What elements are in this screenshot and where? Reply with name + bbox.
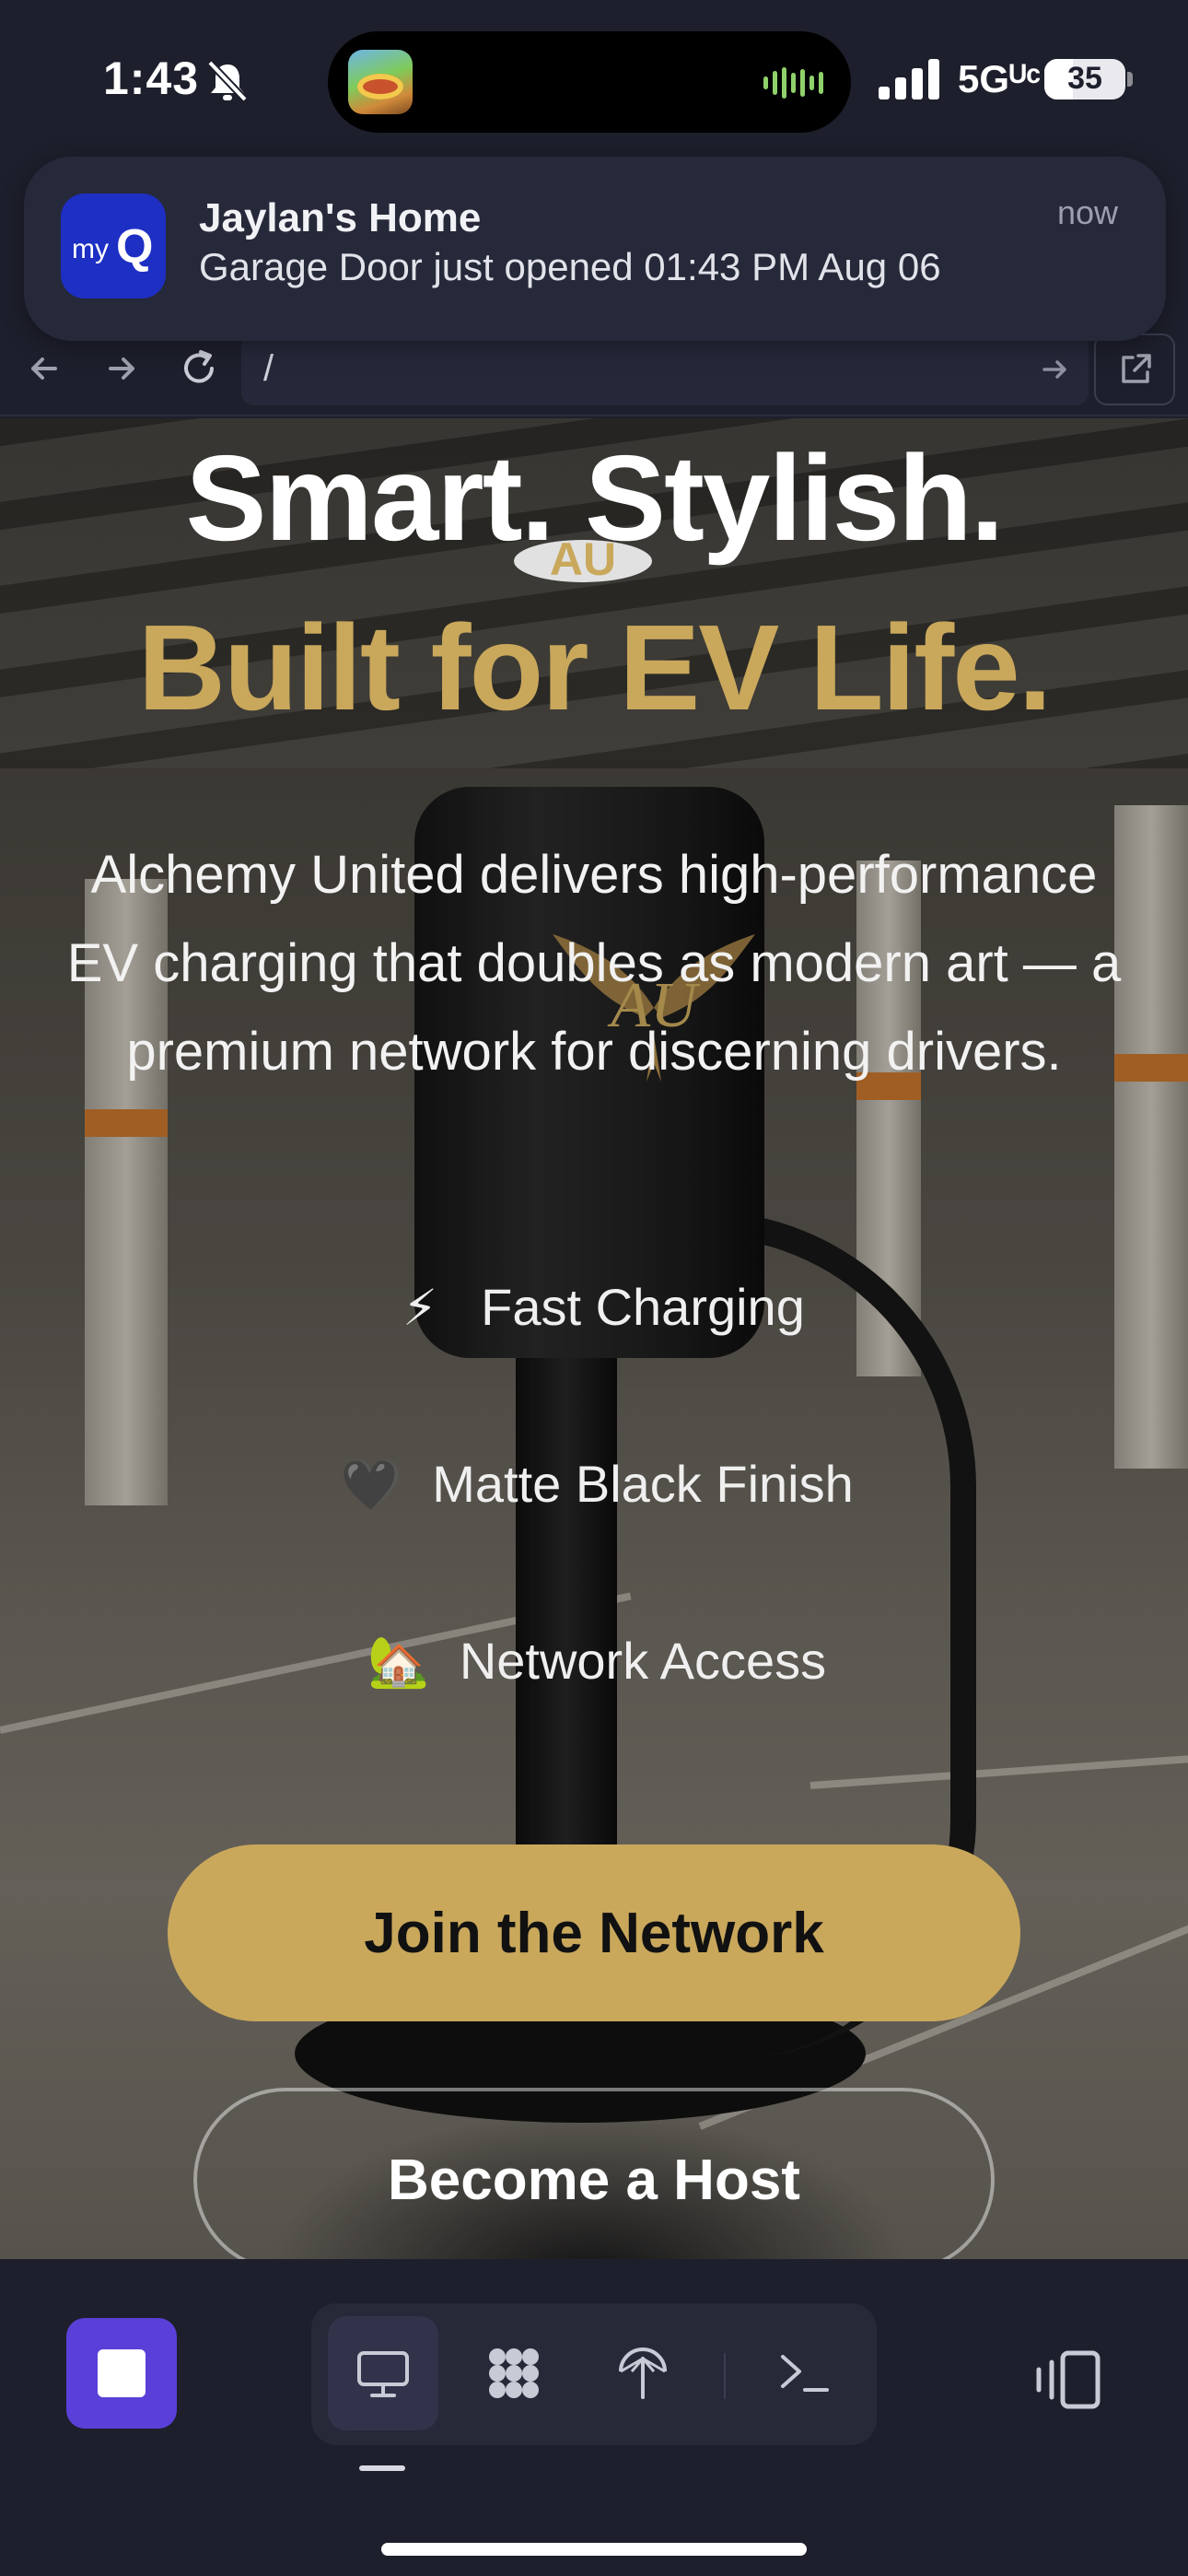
- myq-app-icon: my Q: [61, 193, 166, 299]
- active-tab-indicator: [359, 2465, 405, 2471]
- join-network-button[interactable]: Join the Network: [168, 1844, 1020, 2021]
- network-icon: [619, 2348, 667, 2399]
- tool-switcher: [311, 2303, 877, 2445]
- forward-arrow-icon[interactable]: [96, 343, 147, 394]
- desktop-icon: [357, 2351, 409, 2397]
- device-switch-icon[interactable]: [1030, 2348, 1103, 2412]
- feature-network-access: 🏡 Network Access: [0, 1631, 1188, 1692]
- notification-time: now: [1056, 193, 1118, 231]
- house-icon: 🏡: [367, 1634, 430, 1690]
- external-link-icon: [1122, 354, 1151, 383]
- become-host-button[interactable]: Become a Host: [193, 2088, 995, 2259]
- battery-percent: 35: [1067, 61, 1102, 96]
- bell-muted-icon: [207, 60, 248, 102]
- home-indicator[interactable]: [381, 2543, 807, 2556]
- status-time: 1:43: [103, 53, 200, 104]
- url-input[interactable]: /: [241, 334, 1089, 405]
- black-heart-icon: 🖤: [340, 1458, 402, 1513]
- hero-description: Alchemy United delivers high-performance…: [66, 845, 1122, 1082]
- dynamic-island[interactable]: [328, 31, 851, 133]
- bottom-toolbar: [0, 2261, 1188, 2576]
- notification-body: Garage Door just opened 01:43 PM Aug 06: [199, 245, 941, 288]
- hero-section: AU Smart. Stylish. AU Built for EV Life.…: [0, 418, 1188, 2259]
- audio-wave-icon: [763, 66, 823, 100]
- notification-title: Jaylan's Home: [199, 195, 482, 240]
- battery-cap: [1127, 72, 1133, 87]
- desktop-tab[interactable]: [328, 2316, 438, 2430]
- url-text: /: [263, 348, 274, 389]
- status-bar: 1:43 5Gᵁᶜ 35: [0, 0, 1188, 157]
- network-type: 5Gᵁᶜ: [958, 57, 1042, 100]
- battery-icon: 35: [1044, 59, 1125, 100]
- live-activity-app-icon: [348, 50, 413, 114]
- lightning-icon: ⚡: [402, 1281, 438, 1336]
- feature-label: Fast Charging: [481, 1278, 805, 1336]
- push-notification[interactable]: my Q Jaylan's Home Garage Door just open…: [24, 157, 1166, 341]
- hero-title-line-2: Built for EV Life.: [137, 600, 1053, 735]
- au-badge-text: AU: [549, 533, 617, 585]
- go-arrow-icon[interactable]: [1031, 346, 1077, 392]
- cellular-signal-icon: [879, 59, 939, 100]
- feature-label: Matte Black Finish: [432, 1455, 854, 1513]
- open-external-button[interactable]: [1094, 334, 1175, 405]
- terminal-tab[interactable]: [748, 2316, 858, 2430]
- stop-icon: [98, 2349, 146, 2397]
- feature-fast-charging: ⚡ Fast Charging: [0, 1277, 1188, 1337]
- apps-grid-icon: [489, 2348, 539, 2398]
- myq-icon-q: Q: [116, 220, 154, 274]
- apps-tab[interactable]: [459, 2316, 569, 2430]
- feature-label: Network Access: [459, 1632, 827, 1690]
- feature-matte-black: 🖤 Matte Black Finish: [0, 1454, 1188, 1515]
- terminal-icon: [781, 2355, 829, 2392]
- myq-icon-my: my: [72, 234, 109, 264]
- network-tab[interactable]: [588, 2316, 698, 2430]
- stop-button[interactable]: [66, 2318, 177, 2429]
- reload-icon[interactable]: [173, 343, 225, 394]
- toolbar-separator: [724, 2353, 726, 2399]
- back-arrow-icon[interactable]: [18, 343, 70, 394]
